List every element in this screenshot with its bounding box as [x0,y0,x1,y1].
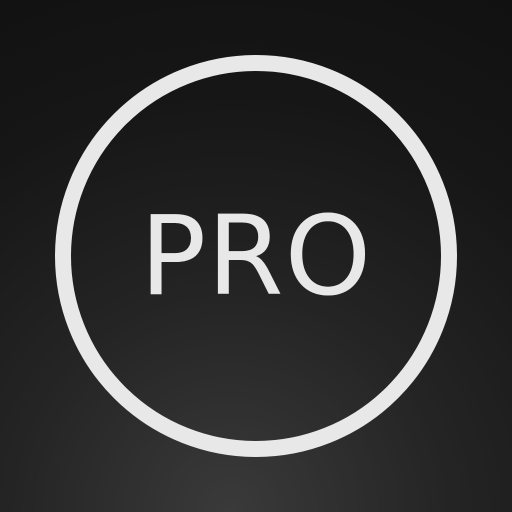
pro-badge-icon: PRO [0,0,512,512]
pro-label: PRO [139,192,373,320]
